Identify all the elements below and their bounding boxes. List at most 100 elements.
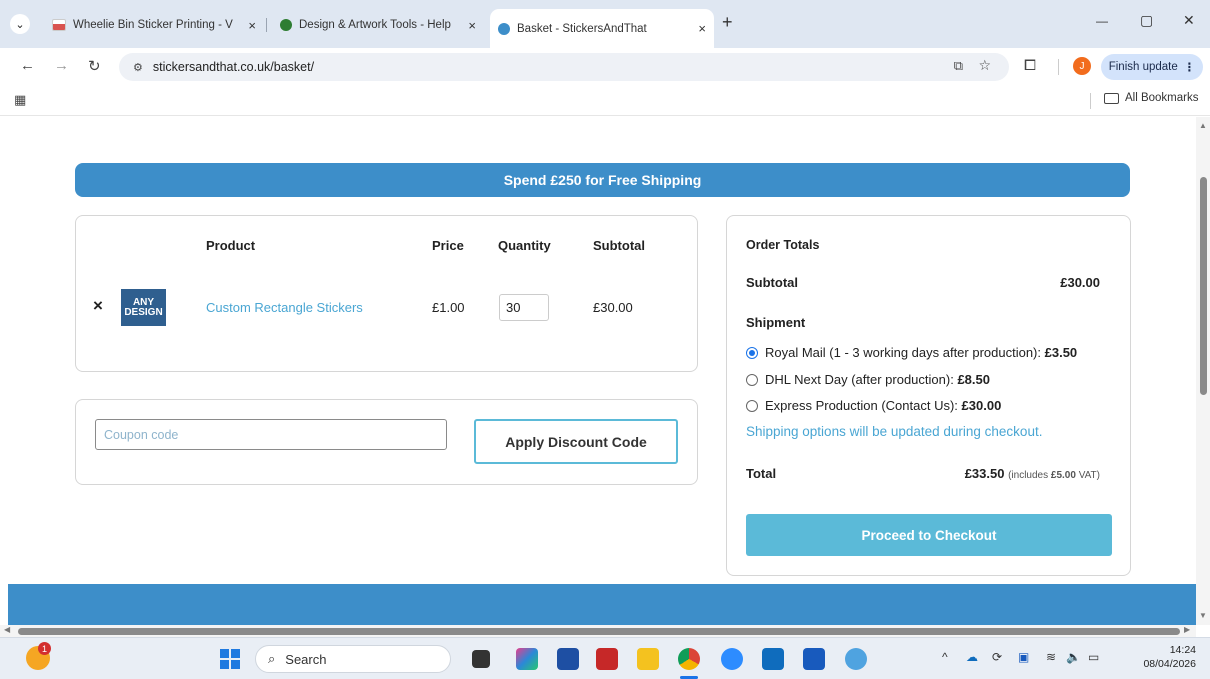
chrome-icon[interactable] [678,648,700,670]
option-price: £3.50 [1044,345,1078,360]
coupon-code-input[interactable]: Coupon code [95,419,447,450]
scroll-right-arrow-icon[interactable]: ▶ [1184,625,1190,634]
wifi-icon[interactable]: ≋ [1046,650,1056,664]
battery-icon[interactable]: ▭ [1088,650,1099,664]
taskbar-search-box[interactable]: ⌕ Search [255,645,451,673]
site-favicon-icon [52,19,66,31]
bookmarks-divider [1090,93,1091,109]
option-express-production[interactable]: Express Production (Contact Us): £30.00 [765,398,1001,413]
outlook-icon[interactable] [762,648,784,670]
bookmark-star-icon[interactable]: ☆ [978,57,991,74]
phone-link-icon[interactable]: ⟳ [992,650,1002,664]
word-icon[interactable] [803,648,825,670]
quantity-input[interactable]: 30 [499,294,549,321]
teams-tray-icon[interactable]: ▣ [1018,650,1029,664]
option-text: Royal Mail (1 - 3 working days after pro… [765,345,1045,360]
show-hidden-icons[interactable]: ^ [942,650,948,664]
total-label: Total [746,466,777,481]
notification-badge: 1 [38,642,51,655]
site-info-icon[interactable]: ⚙ [133,61,143,74]
option-text: DHL Next Day (after production): [765,372,958,387]
folder-icon [1104,92,1119,104]
minimize-button[interactable]: — [1096,14,1108,28]
scroll-up-arrow-icon[interactable]: ▲ [1199,121,1207,130]
finish-update-button[interactable]: Finish update ⋮ [1101,54,1203,80]
more-menu-icon: ⋮ [1183,62,1196,74]
tab-basket[interactable]: Basket - StickersAndThat × [490,9,714,48]
remove-item-icon[interactable]: × [93,296,103,316]
forward-arrow-icon[interactable]: → [54,57,69,74]
reload-icon[interactable]: ↻ [88,57,101,75]
quantity-header: Quantity [498,238,551,253]
shipment-label: Shipment [746,315,806,330]
option-price: £30.00 [961,398,1002,413]
option-text: Express Production (Contact Us): [765,398,962,413]
tab-label: Design & Artwork Tools - Help [299,19,451,31]
horizontal-scrollbar[interactable]: ◀ ▶ [0,625,1196,637]
tab-divider [266,18,267,32]
extensions-icon[interactable]: ⧠ [1024,57,1036,74]
task-view-icon[interactable] [472,650,490,668]
vertical-scroll-thumb[interactable] [1200,177,1207,395]
apply-discount-button[interactable]: Apply Discount Code [474,419,678,464]
onedrive-icon[interactable]: ☁ [966,650,978,664]
search-label: Search [285,651,327,667]
close-window-button[interactable]: ✕ [1183,12,1195,29]
vertical-scrollbar[interactable]: ▲ ▼ [1196,117,1210,625]
file-explorer-icon[interactable] [637,648,659,670]
clock[interactable]: 14:24 08/04/2026 [1134,643,1196,671]
start-windows-icon[interactable] [220,649,240,669]
order-totals-card: Order Totals Subtotal £30.00 Shipment Ro… [726,215,1131,576]
scroll-down-arrow-icon[interactable]: ▼ [1199,611,1207,620]
tab-wheelie-bin[interactable]: Wheelie Bin Sticker Printing - V × [44,10,264,40]
radio-royal-mail[interactable] [746,347,758,359]
stickers-favicon-icon [498,22,510,35]
product-thumbnail[interactable]: ANY DESIGN [121,289,166,326]
mcafee-app-icon[interactable] [557,648,579,670]
tab-design-artwork[interactable]: Design & Artwork Tools - Help × [272,10,484,40]
url-text: stickersandthat.co.uk/basket/ [152,60,315,74]
option-royal-mail[interactable]: Royal Mail (1 - 3 working days after pro… [765,345,1077,360]
order-totals-heading: Order Totals [746,238,820,252]
option-dhl-next-day[interactable]: DHL Next Day (after production): £8.50 [765,372,990,387]
search-icon: ⌕ [268,651,276,666]
browser-tab-strip: ⌄ Wheelie Bin Sticker Printing - V × Des… [0,0,1210,48]
tab-close-icon[interactable]: × [468,18,476,33]
horizontal-scroll-thumb[interactable] [18,628,1180,635]
clock-date: 08/04/2026 [1143,658,1196,670]
scroll-left-arrow-icon[interactable]: ◀ [4,625,10,634]
clock-time: 14:24 [1169,644,1196,656]
tab-close-icon[interactable]: × [248,18,256,33]
tab-search-button[interactable]: ⌄ [10,14,30,34]
thumb-text-bottom: DESIGN [124,306,163,318]
option-price: £8.50 [957,372,990,387]
vat-amount: £5.00 [1050,470,1076,481]
vat-prefix: (includes [1008,470,1051,481]
vat-note: (includes £5.00 VAT) [1008,470,1100,481]
free-shipping-banner: Spend £250 for Free Shipping [75,163,1130,197]
product-name-link[interactable]: Custom Rectangle Stickers [206,300,363,315]
mcafee-shield-icon[interactable] [596,648,618,670]
vat-suffix: VAT) [1075,470,1100,481]
apps-grid-icon[interactable]: ▦ [14,92,26,108]
volume-icon[interactable]: 🔈 [1066,650,1081,664]
profile-avatar[interactable]: J [1073,57,1091,75]
tab-label: Basket - StickersAndThat [517,22,647,35]
microsoft-365-icon[interactable] [516,648,538,670]
page-viewport: Spend £250 for Free Shipping Product Pri… [0,117,1196,625]
all-bookmarks-button[interactable]: All Bookmarks [1104,92,1199,104]
install-app-icon[interactable]: ⧉ [954,58,963,74]
banner-text: Spend £250 for Free Shipping [503,172,702,188]
address-bar[interactable]: ⚙ stickersandthat.co.uk/basket/ ⧉ ☆ [119,53,1009,81]
zoom-icon[interactable] [721,648,743,670]
radio-express-production[interactable] [746,400,758,412]
restore-button[interactable]: ▢ [1140,12,1153,29]
paint-icon[interactable] [845,648,867,670]
new-tab-button[interactable]: + [722,12,733,33]
cart-table-card: Product Price Quantity Subtotal × ANY DE… [75,215,698,372]
back-arrow-icon[interactable]: ← [20,57,35,74]
proceed-to-checkout-button[interactable]: Proceed to Checkout [746,514,1112,556]
tab-close-icon[interactable]: × [698,21,706,36]
radio-dhl-next-day[interactable] [746,374,758,386]
all-bookmarks-label: All Bookmarks [1125,92,1199,104]
